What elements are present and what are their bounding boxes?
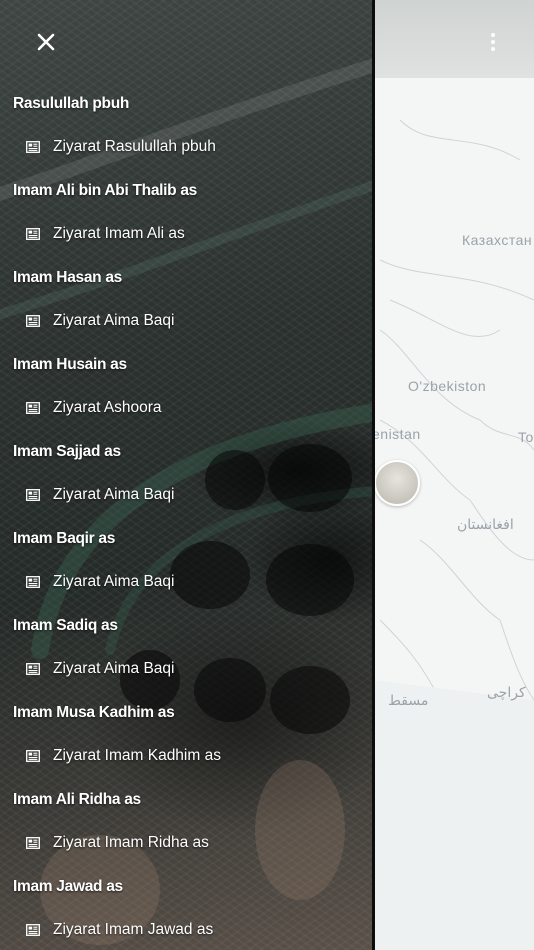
navigation-drawer: Rasulullah pbuh Ziyarat Rasulullah pbuh Im… bbox=[0, 0, 375, 950]
section-title: Rasulullah pbuh bbox=[13, 95, 130, 112]
section-title: Imam Ali Ridha as bbox=[13, 791, 141, 808]
map-label-muscat: مسقط bbox=[388, 692, 429, 708]
menu-item-label: Ziyarat Imam Ridha as bbox=[53, 834, 209, 852]
menu-item[interactable]: Ziyarat Rasulullah pbuh bbox=[0, 126, 372, 170]
menu-item[interactable]: Ziyarat Aima Baqi bbox=[0, 474, 372, 518]
newspaper-icon bbox=[26, 489, 40, 502]
newspaper-icon bbox=[26, 402, 40, 415]
map-label-turkmenistan: enistan bbox=[372, 426, 421, 442]
menu-item-label: Ziyarat Imam Ali as bbox=[53, 225, 185, 243]
menu-item-label: Ziyarat Rasulullah pbuh bbox=[53, 138, 216, 156]
menu-item[interactable]: Ziyarat Aima Baqi bbox=[0, 300, 372, 344]
menu-item-label: Ziyarat Aima Baqi bbox=[53, 573, 175, 591]
menu-item[interactable]: Ziyarat Imam Ridha as bbox=[0, 822, 372, 866]
section-title: Imam Jawad as bbox=[13, 878, 123, 895]
section-title: Imam Musa Kadhim as bbox=[13, 704, 175, 721]
menu-item-label: Ziyarat Aima Baqi bbox=[53, 486, 175, 504]
menu-item[interactable]: Ziyarat Aima Baqi bbox=[0, 561, 372, 605]
section-title: Imam Sadiq as bbox=[13, 617, 118, 634]
section-title: Imam Hasan as bbox=[13, 269, 122, 286]
section-title: Imam Ali bin Abi Thalib as bbox=[13, 182, 197, 199]
menu-item[interactable]: Ziyarat Ashoora bbox=[0, 387, 372, 431]
newspaper-icon bbox=[26, 315, 40, 328]
map-label-tajikistan: To bbox=[518, 429, 534, 445]
menu-item[interactable]: Ziyarat Imam Kadhim as bbox=[0, 735, 372, 779]
drawer-menu: Rasulullah pbuh Ziyarat Rasulullah pbuh Im… bbox=[0, 82, 372, 950]
more-vert-icon[interactable] bbox=[480, 28, 506, 56]
section-title: Imam Husain as bbox=[13, 356, 127, 373]
menu-item[interactable]: Ziyarat Imam Ali as bbox=[0, 213, 372, 257]
map-label-uzbekistan: O'zbekiston bbox=[408, 378, 487, 394]
menu-item[interactable]: Ziyarat Imam Jawad as bbox=[0, 909, 372, 950]
menu-item-label: Ziyarat Aima Baqi bbox=[53, 312, 175, 330]
newspaper-icon bbox=[26, 576, 40, 589]
newspaper-icon bbox=[26, 750, 40, 763]
close-icon[interactable] bbox=[30, 26, 62, 58]
section-title: Imam Baqir as bbox=[13, 530, 116, 547]
newspaper-icon bbox=[26, 924, 40, 937]
newspaper-icon bbox=[26, 228, 40, 241]
newspaper-icon bbox=[26, 141, 40, 154]
menu-item-label: Ziyarat Aima Baqi bbox=[53, 660, 175, 678]
newspaper-icon bbox=[26, 837, 40, 850]
menu-item-label: Ziyarat Imam Kadhim as bbox=[53, 747, 221, 765]
section-title: Imam Sajjad as bbox=[13, 443, 121, 460]
map-label-karachi: کراچی bbox=[487, 684, 526, 700]
map-label-afghanistan: افغانستان bbox=[457, 516, 514, 532]
newspaper-icon bbox=[26, 663, 40, 676]
menu-item[interactable]: Ziyarat Aima Baqi bbox=[0, 648, 372, 692]
menu-item-label: Ziyarat Ashoora bbox=[53, 399, 162, 417]
map-label-kazakhstan: Казахстан bbox=[462, 232, 533, 248]
menu-item-label: Ziyarat Imam Jawad as bbox=[53, 921, 214, 939]
drawer-header bbox=[0, 0, 372, 82]
location-marker[interactable] bbox=[374, 460, 420, 506]
